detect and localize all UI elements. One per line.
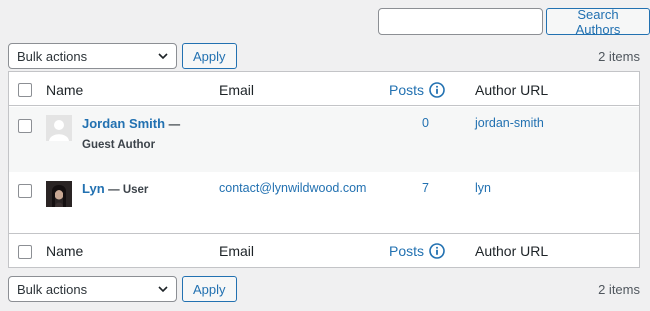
author-name-link[interactable]: Jordan Smith — [82, 116, 165, 131]
author-email-link[interactable]: contact@lynwildwood.com — [219, 181, 366, 195]
search-authors-button[interactable]: Search Authors — [546, 7, 650, 37]
chevron-down-icon — [158, 286, 168, 293]
column-name[interactable]: Name — [46, 82, 83, 98]
items-count-bottom: 2 items — [598, 281, 640, 297]
apply-button-top[interactable]: Apply — [182, 43, 237, 69]
row-checkbox[interactable] — [18, 184, 32, 198]
search-box: Search Authors — [378, 7, 650, 37]
author-posts-link[interactable]: 7 — [422, 181, 429, 195]
select-all-checkbox[interactable] — [18, 83, 32, 97]
photo-avatar-icon — [46, 181, 72, 207]
column-author-url: Author URL — [475, 82, 549, 98]
column-posts-label: Posts — [389, 243, 425, 259]
table-header: Name Email Posts Author URL — [9, 72, 639, 106]
authors-table: Name Email Posts Author URL Jordan Smith… — [8, 71, 640, 268]
table-footer: Name Email Posts Author URL — [9, 233, 639, 267]
author-posts-link[interactable]: 0 — [422, 116, 429, 130]
author-url-link[interactable]: jordan-smith — [475, 116, 544, 130]
items-count-top: 2 items — [598, 48, 640, 64]
column-author-url-footer: Author URL — [475, 243, 549, 259]
column-email-footer[interactable]: Email — [219, 243, 254, 259]
default-avatar-icon — [46, 115, 72, 141]
bulk-actions-select-bottom[interactable]: Bulk actions — [8, 276, 177, 302]
tablenav-bottom: Bulk actions Apply 2 items — [8, 275, 640, 303]
column-posts[interactable]: Posts — [389, 82, 445, 98]
author-cell: Lyn — User — [82, 179, 212, 200]
bulk-actions-select-top[interactable]: Bulk actions — [8, 43, 177, 69]
author-name-link[interactable]: Lyn — [82, 181, 105, 196]
author-url-link[interactable]: lyn — [475, 181, 491, 195]
info-icon[interactable] — [429, 243, 445, 259]
column-email[interactable]: Email — [219, 82, 254, 98]
table-row: Lyn — User contact@lynwildwood.com 7 lyn — [9, 172, 639, 234]
author-cell: Jordan Smith — Guest Author — [82, 114, 212, 155]
table-row: Jordan Smith — Guest Author 0 jordan-smi… — [9, 107, 639, 172]
bulk-actions-label: Bulk actions — [17, 48, 88, 64]
chevron-down-icon — [158, 53, 168, 60]
select-all-checkbox-footer[interactable] — [18, 245, 32, 259]
info-icon[interactable] — [429, 82, 445, 98]
bulk-actions-label: Bulk actions — [17, 281, 88, 297]
tablenav-top: Bulk actions Apply 2 items — [8, 42, 640, 70]
author-role: — User — [108, 184, 149, 196]
row-checkbox[interactable] — [18, 119, 32, 133]
apply-button-bottom[interactable]: Apply — [182, 276, 237, 302]
column-name-footer[interactable]: Name — [46, 243, 83, 259]
column-posts-footer[interactable]: Posts — [389, 243, 445, 259]
column-posts-label: Posts — [389, 82, 425, 98]
search-input[interactable] — [378, 8, 543, 35]
